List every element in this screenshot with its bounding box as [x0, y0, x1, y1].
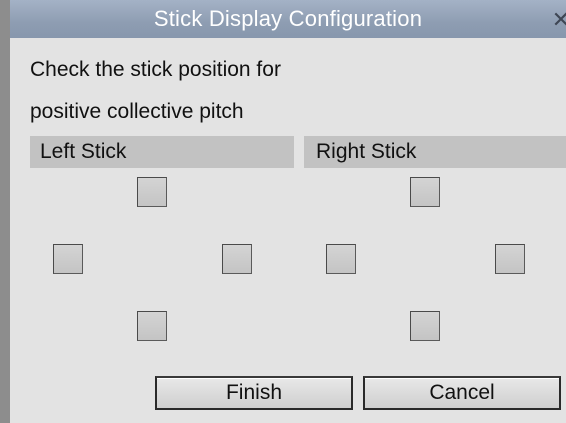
title-bar[interactable]: Stick Display Configuration ✕	[10, 0, 566, 38]
right-stick-right-checkbox[interactable]	[495, 244, 525, 274]
right-stick-up-checkbox[interactable]	[410, 177, 440, 207]
instruction-line-2: positive collective pitch	[30, 100, 244, 123]
left-stick-up-checkbox[interactable]	[137, 177, 167, 207]
left-stick-right-checkbox[interactable]	[222, 244, 252, 274]
cancel-button[interactable]: Cancel	[363, 376, 561, 410]
instruction-line-1: Check the stick position for	[30, 58, 281, 81]
left-stick-left-checkbox[interactable]	[53, 244, 83, 274]
left-stick-down-checkbox[interactable]	[137, 311, 167, 341]
left-stick-header: Left Stick	[30, 136, 294, 168]
window-title: Stick Display Configuration	[153, 6, 423, 31]
finish-button[interactable]: Finish	[155, 376, 353, 410]
stick-display-config-dialog: Stick Display Configuration ✕ Check the …	[0, 0, 566, 423]
right-stick-header: Right Stick	[304, 136, 566, 168]
close-icon[interactable]: ✕	[550, 9, 566, 31]
right-stick-down-checkbox[interactable]	[410, 311, 440, 341]
right-stick-left-checkbox[interactable]	[326, 244, 356, 274]
